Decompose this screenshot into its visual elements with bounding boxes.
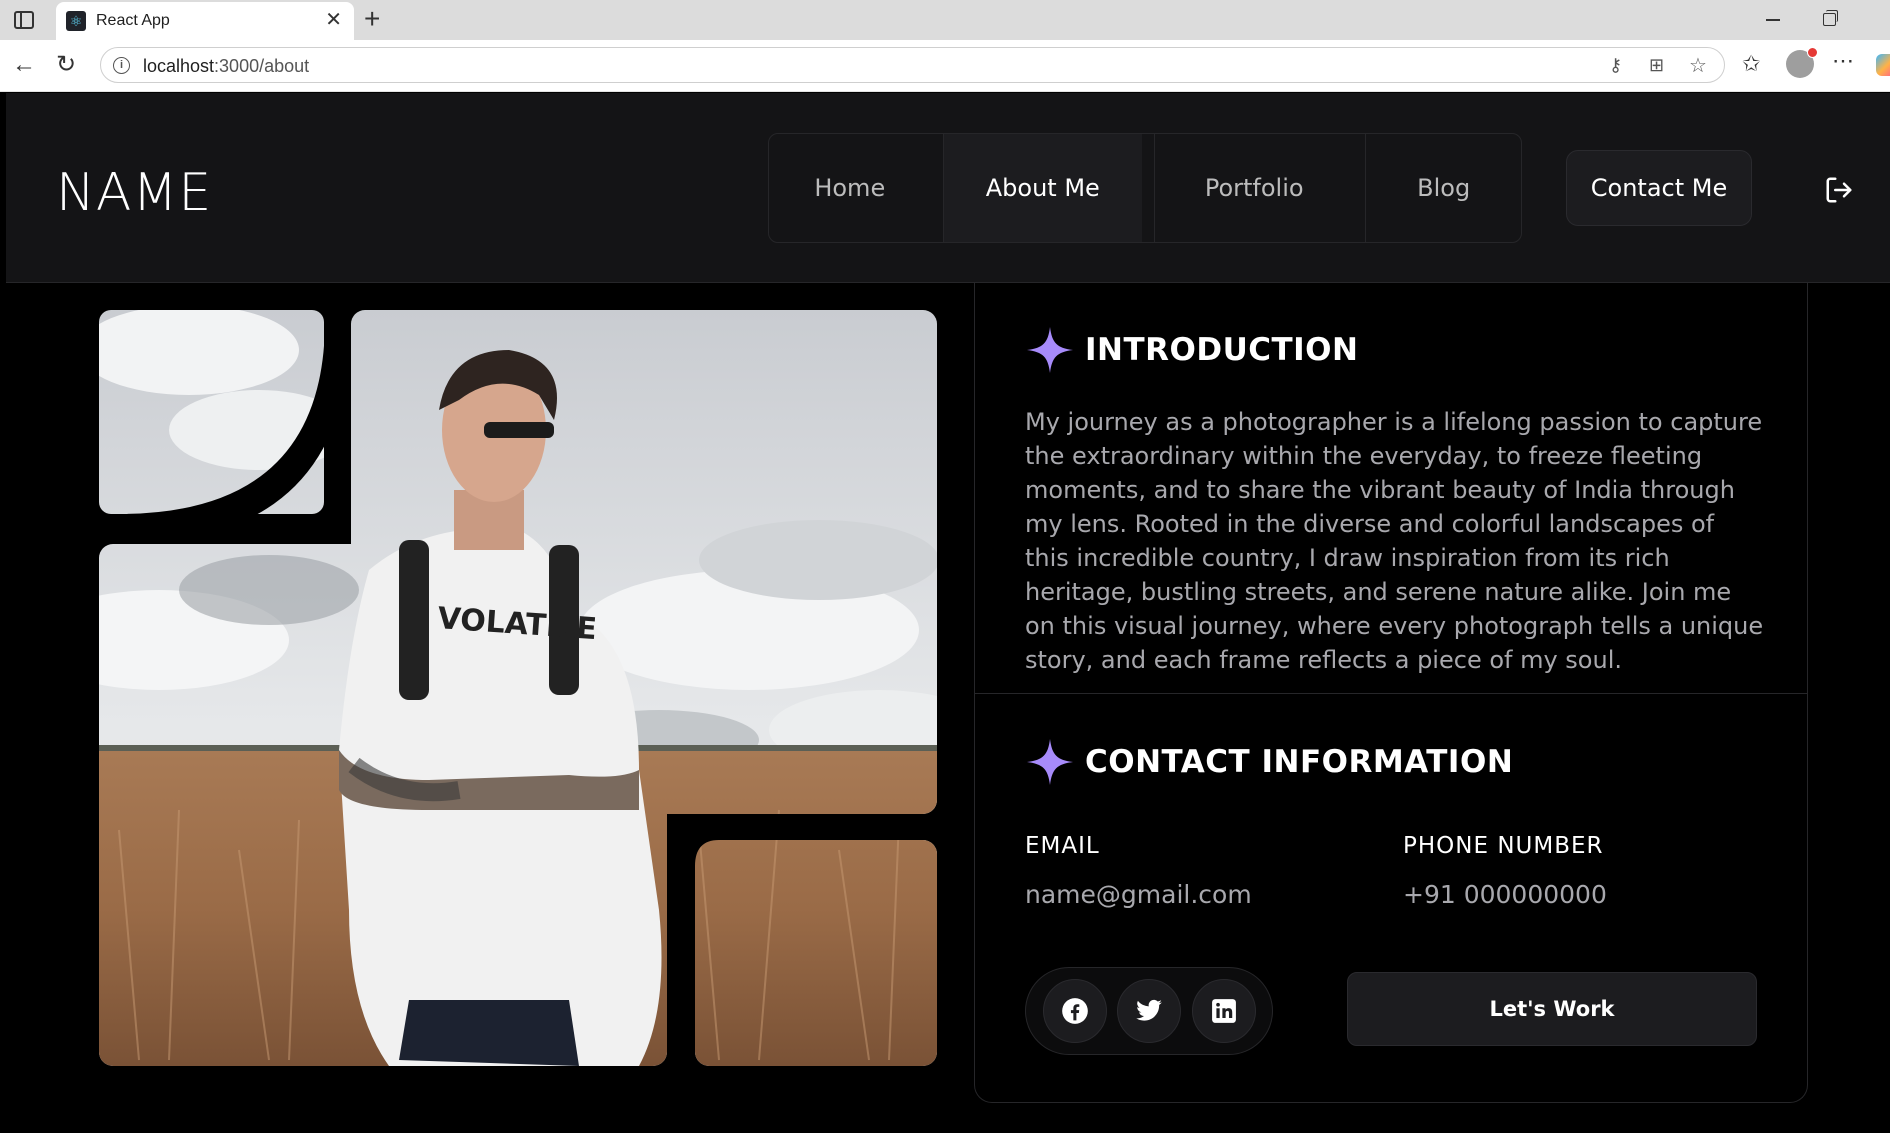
- photo-collage: [99, 310, 937, 1066]
- introduction-text: My journey as a photographer is a lifelo…: [1025, 408, 1764, 674]
- react-favicon-icon: ⚛: [66, 11, 86, 31]
- site-info-icon[interactable]: i: [113, 57, 130, 74]
- address-bar[interactable]: i localhost:3000/about ⚷ ⊞ ☆: [100, 47, 1725, 83]
- more-icon[interactable]: ⋯: [1832, 48, 1854, 74]
- reload-icon[interactable]: ↻: [56, 52, 76, 78]
- logout-icon[interactable]: [1824, 175, 1854, 205]
- copilot-icon[interactable]: [1876, 54, 1890, 76]
- sparkle-icon: [1027, 739, 1073, 785]
- nav-item-blog[interactable]: Blog: [1365, 134, 1521, 242]
- browser-toolbar: ← ↻ i localhost:3000/about ⚷ ⊞ ☆ ✩ ⋯: [0, 40, 1890, 92]
- back-icon[interactable]: ←: [12, 52, 36, 78]
- phone-value[interactable]: +91 000000000: [1403, 880, 1607, 909]
- apps-icon[interactable]: ⊞: [1649, 55, 1664, 76]
- page: NAME Home About Me Portfolio Blog Contac…: [6, 93, 1890, 1133]
- nav-item-portfolio[interactable]: Portfolio: [1153, 134, 1353, 242]
- restore-icon[interactable]: [1823, 10, 1838, 26]
- linkedin-button[interactable]: [1191, 979, 1256, 1043]
- browser-tab-bar: ⚛ React App ✕ +: [0, 0, 1890, 40]
- contact-title: CONTACT INFORMATION: [1085, 744, 1514, 780]
- minimize-icon[interactable]: [1766, 19, 1780, 21]
- introduction-heading: INTRODUCTION: [1025, 325, 1358, 375]
- sidebar-toggle-icon[interactable]: [14, 11, 34, 29]
- nav-item-home[interactable]: Home: [769, 134, 931, 242]
- favorite-star-icon[interactable]: ☆: [1689, 53, 1707, 78]
- twitter-button[interactable]: [1117, 979, 1181, 1043]
- facebook-icon: [1061, 998, 1088, 1024]
- section-divider: [975, 693, 1807, 694]
- phone-label: PHONE NUMBER: [1403, 833, 1604, 859]
- browser-tab[interactable]: ⚛ React App ✕: [56, 2, 354, 40]
- facebook-button[interactable]: [1042, 979, 1107, 1043]
- contact-heading: CONTACT INFORMATION: [1025, 737, 1513, 787]
- twitter-icon: [1136, 999, 1162, 1021]
- email-value[interactable]: name@gmail.com: [1025, 880, 1252, 909]
- sparkle-icon: [1027, 327, 1073, 373]
- about-card: INTRODUCTION My journey as a photographe…: [974, 283, 1808, 1103]
- social-links: [1025, 967, 1273, 1055]
- brand-logo[interactable]: NAME: [56, 163, 212, 223]
- nav-item-about-me[interactable]: About Me: [942, 134, 1142, 242]
- profile-avatar[interactable]: [1786, 47, 1818, 78]
- password-key-icon[interactable]: ⚷: [1609, 55, 1622, 76]
- new-tab-icon[interactable]: +: [364, 4, 380, 34]
- collage-cutouts: [99, 310, 937, 1066]
- lets-work-button[interactable]: Let's Work: [1347, 972, 1757, 1046]
- url-text[interactable]: localhost:3000/about: [143, 56, 309, 77]
- site-header: NAME Home About Me Portfolio Blog Contac…: [6, 93, 1890, 283]
- contact-me-button[interactable]: Contact Me: [1566, 150, 1752, 226]
- favorites-icon[interactable]: ✩: [1742, 51, 1760, 77]
- close-tab-icon[interactable]: ✕: [325, 9, 342, 31]
- main-nav: Home About Me Portfolio Blog: [768, 133, 1522, 243]
- linkedin-icon: [1211, 999, 1236, 1023]
- introduction-title: INTRODUCTION: [1085, 332, 1359, 368]
- tab-title: React App: [96, 12, 170, 29]
- email-label: EMAIL: [1025, 833, 1100, 859]
